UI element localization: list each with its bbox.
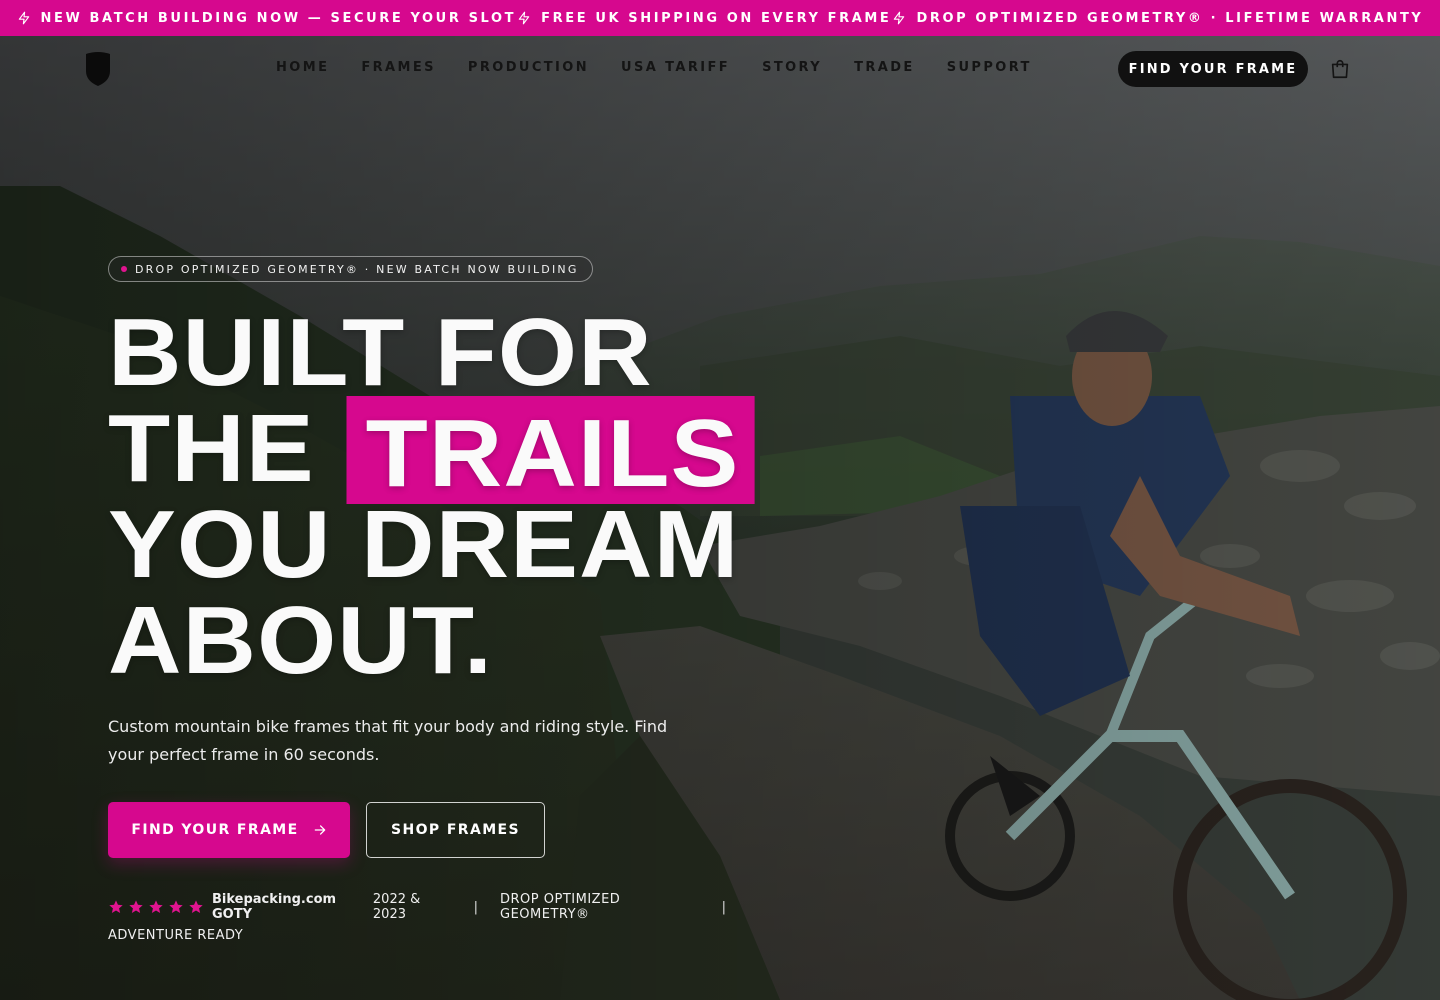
headline-highlight: TRAILS	[346, 396, 755, 507]
star-icon	[169, 900, 183, 913]
hero-shop-frames-button[interactable]: SHOP FRAMES	[366, 802, 545, 858]
social-proof: Bikepacking.com GOTY 2022 & 2023 | DROP …	[108, 892, 748, 946]
social-proof-row-2: ADVENTURE READY	[108, 924, 748, 946]
announcement-item: FREE UK SHIPPING ON EVERY FRAME	[517, 11, 891, 26]
hero-badge: DROP OPTIMIZED GEOMETRY® · NEW BATCH NOW…	[108, 256, 593, 282]
headline-line-3: YOU DREAM	[108, 491, 740, 598]
award-source: Bikepacking.com GOTY	[212, 892, 337, 922]
star-icon	[129, 900, 143, 913]
announcement-text: FREE UK SHIPPING ON EVERY FRAME	[541, 10, 892, 26]
hero-find-your-frame-button[interactable]: FIND YOUR FRAME	[108, 802, 350, 858]
social-proof-row: Bikepacking.com GOTY 2022 & 2023 | DROP …	[108, 892, 748, 922]
nav-link-support[interactable]: SUPPORT	[947, 60, 1032, 75]
nav-link-story[interactable]: STORY	[762, 60, 822, 75]
separator: |	[473, 899, 479, 915]
nav-link-trade[interactable]: TRADE	[854, 60, 915, 75]
hero-find-your-frame-label: FIND YOUR FRAME	[131, 822, 299, 838]
claim-adventure-ready: ADVENTURE READY	[108, 927, 244, 943]
status-dot	[121, 266, 127, 272]
claim-geometry: DROP OPTIMIZED GEOMETRY®	[500, 892, 621, 922]
hero-subhead: Custom mountain bike frames that fit you…	[108, 717, 668, 764]
nav-find-your-frame-button[interactable]: FIND YOUR FRAME	[1118, 51, 1308, 87]
nav-link-frames[interactable]: FRAMES	[361, 60, 436, 75]
announcement-item: DROP OPTIMIZED GEOMETRY® · LIFETIME WARR…	[892, 11, 1423, 26]
headline-line-1: BUILT FOR	[108, 299, 653, 406]
separator: |	[721, 899, 726, 915]
nav-links: HOME FRAMES PRODUCTION USA TARIFF STORY …	[276, 60, 1032, 75]
announcement-item: NEW BATCH BUILDING NOW — SECURE YOUR SLO…	[17, 11, 517, 26]
lightning-icon	[518, 11, 530, 25]
announcement-bar: NEW BATCH BUILDING NOW — SECURE YOUR SLO…	[0, 0, 1440, 36]
star-icon	[149, 900, 163, 913]
rating-stars	[108, 899, 204, 915]
headline-line-2: THE TRAILS	[108, 395, 871, 507]
lightning-icon	[18, 11, 29, 25]
star-icon	[189, 900, 203, 913]
arrow-right-icon	[314, 825, 325, 835]
nav-link-home[interactable]: HOME	[276, 60, 329, 75]
nav-link-usa-tariff[interactable]: USA TARIFF	[621, 60, 730, 75]
lightning-icon	[894, 11, 905, 25]
shield-logo-icon[interactable]	[84, 51, 112, 87]
headline-line-4: ABOUT.	[108, 587, 494, 694]
shopping-bag-icon[interactable]	[1329, 58, 1351, 80]
award-years: 2022 & 2023	[372, 892, 421, 922]
announcement-text: NEW BATCH BUILDING NOW — SECURE YOUR SLO…	[40, 10, 517, 26]
nav-link-production[interactable]: PRODUCTION	[468, 60, 589, 75]
hero-badge-text: DROP OPTIMIZED GEOMETRY® · NEW BATCH NOW…	[135, 262, 579, 276]
headline-line-2-prefix: THE	[108, 395, 315, 502]
star-icon	[109, 900, 123, 913]
announcement-text: DROP OPTIMIZED GEOMETRY® · LIFETIME WARR…	[916, 10, 1424, 26]
main-nav: HOME FRAMES PRODUCTION USA TARIFF STORY …	[0, 36, 1440, 100]
hero-headline: BUILT FOR THE TRAILS YOU DREAM ABOUT.	[108, 305, 828, 689]
